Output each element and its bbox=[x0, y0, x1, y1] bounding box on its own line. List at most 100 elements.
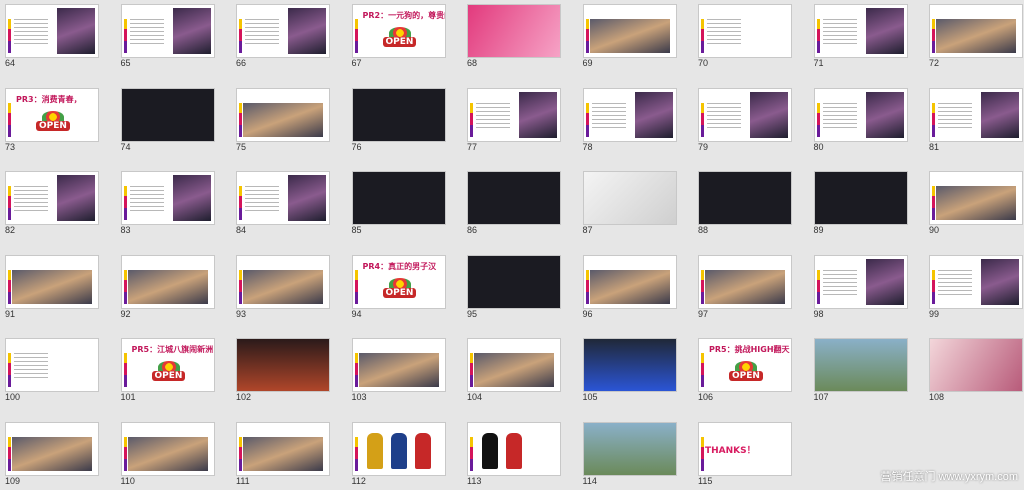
slide-thumbnail[interactable] bbox=[582, 171, 677, 225]
slide-thumbnail[interactable] bbox=[929, 254, 1023, 309]
slide-number: 94 bbox=[351, 308, 362, 319]
slide-thumbnail-cell: 69 bbox=[582, 4, 677, 69]
slide-thumbnail[interactable]: PR5：挑战HIGH翻天 OPEN bbox=[698, 338, 792, 392]
slide-number: 66 bbox=[236, 58, 247, 68]
slide-thumbnail-cell: 78 bbox=[582, 87, 677, 153]
slide-thumbnail-cell: PR5：挑战HIGH翻天 OPEN 106 bbox=[698, 338, 792, 403]
slide-thumbnail[interactable] bbox=[582, 254, 677, 309]
slide-number: 86 bbox=[467, 225, 478, 235]
slide-thumbnail-cell: 109 bbox=[5, 421, 99, 487]
slide-thumbnail[interactable] bbox=[813, 87, 908, 142]
slide-thumbnail[interactable] bbox=[929, 338, 1023, 392]
slide-thumbnail[interactable]: PR2：一元狗的，尊贵的卖 OPEN bbox=[351, 4, 446, 58]
slide-thumbnail[interactable] bbox=[236, 421, 330, 476]
slide-thumbnail[interactable] bbox=[582, 4, 677, 58]
slide-thumbnail[interactable] bbox=[351, 338, 446, 392]
slide-photo bbox=[705, 269, 785, 304]
slide-thumbnail-cell: 96 bbox=[582, 254, 677, 320]
slide-thumbnail[interactable] bbox=[236, 171, 330, 225]
slide-heading: PR2：一元狗的，尊贵的卖 bbox=[362, 11, 445, 20]
slide-thumbnail-cell: 111 bbox=[236, 421, 330, 487]
slide-color-stripe bbox=[8, 102, 11, 137]
slide-number: 72 bbox=[929, 58, 940, 68]
slide-thumbnail[interactable] bbox=[929, 171, 1023, 225]
slide-thumbnail[interactable]: PR3：消费青春， OPEN bbox=[5, 87, 99, 142]
superhero-figure bbox=[366, 432, 383, 469]
slide-thumbnail[interactable] bbox=[813, 254, 908, 309]
slide-thumbnail[interactable]: THANKS！ bbox=[698, 421, 792, 476]
slide-thumbnail[interactable] bbox=[929, 87, 1023, 142]
slide-thumbnail[interactable] bbox=[698, 254, 792, 309]
slide-photo bbox=[172, 175, 211, 221]
slide-color-stripe bbox=[701, 102, 704, 137]
slide-thumbnail[interactable] bbox=[351, 421, 446, 476]
slide-thumbnail[interactable] bbox=[351, 171, 446, 225]
slide-thumbnail[interactable] bbox=[467, 4, 561, 58]
slide-thumbnail-cell: PR5：江城八旗闹新洲 OPEN 101 bbox=[120, 338, 215, 403]
slide-thumbnail[interactable] bbox=[5, 171, 99, 225]
slide-thumbnail[interactable]: PR4：真正的男子汉 OPEN bbox=[351, 254, 446, 309]
slide-thumbnail[interactable] bbox=[698, 87, 792, 142]
slide-thumbnail-cell: 64 bbox=[5, 4, 99, 69]
slide-thumbnail[interactable] bbox=[813, 4, 908, 58]
slide-number: 89 bbox=[813, 225, 824, 235]
slide-thumbnail[interactable] bbox=[582, 421, 677, 476]
slide-number: 64 bbox=[5, 58, 16, 68]
slide-thumbnail-cell: 75 bbox=[236, 87, 330, 153]
slide-thumbnail-cell: 72 bbox=[929, 4, 1023, 69]
slide-thumbnail[interactable] bbox=[698, 4, 792, 58]
slide-thumbnail-cell: 99 bbox=[929, 254, 1023, 320]
slide-photo bbox=[243, 269, 323, 304]
slide-thumbnail[interactable] bbox=[236, 87, 330, 142]
slide-thumbnail[interactable] bbox=[813, 171, 908, 225]
slide-thumbnail[interactable] bbox=[5, 4, 99, 58]
slide-thumbnail[interactable] bbox=[120, 4, 215, 58]
slide-thumbnail-cell: 90 bbox=[929, 171, 1023, 236]
slide-thumbnail-cell: 107 bbox=[813, 338, 908, 403]
slide-color-stripe bbox=[239, 102, 242, 137]
slide-heading: PR3：消费青春， bbox=[16, 94, 82, 104]
slide-thumbnail[interactable] bbox=[5, 421, 99, 476]
slide-thumbnail[interactable] bbox=[698, 171, 792, 225]
open-logo-icon: OPEN bbox=[382, 27, 417, 49]
slide-thumbnail[interactable] bbox=[351, 87, 446, 142]
slide-thumbnail[interactable] bbox=[236, 254, 330, 309]
slide-photo bbox=[358, 353, 439, 387]
slide-thumbnail[interactable] bbox=[467, 338, 561, 392]
text-lines bbox=[245, 19, 279, 45]
slide-thumbnail[interactable] bbox=[236, 338, 330, 392]
slide-thumbnail-cell: THANKS！ 115 bbox=[698, 421, 792, 487]
site-watermark: 营销任意门 www.yxrym.com bbox=[880, 471, 1019, 483]
superhero-figure bbox=[482, 432, 498, 469]
slide-thumbnail[interactable] bbox=[467, 421, 561, 476]
slide-thumbnail[interactable]: PR5：江城八旗闹新洲 OPEN bbox=[120, 338, 215, 392]
slide-thumbnail[interactable] bbox=[120, 254, 215, 309]
slide-number: 113 bbox=[467, 475, 482, 486]
slide-photo bbox=[243, 436, 323, 471]
slide-number: 98 bbox=[813, 308, 824, 319]
slide-thumbnail[interactable] bbox=[582, 87, 677, 142]
slide-thumbnail[interactable] bbox=[120, 87, 215, 142]
slide-thumbnail[interactable] bbox=[120, 171, 215, 225]
slide-thumbnail[interactable] bbox=[5, 254, 99, 309]
slide-thumbnail[interactable] bbox=[582, 338, 677, 392]
slide-thumbnail[interactable] bbox=[120, 421, 215, 476]
text-lines bbox=[14, 186, 48, 212]
slide-thumbnail[interactable] bbox=[5, 338, 99, 392]
slide-thumbnail-cell: 87 bbox=[582, 171, 677, 236]
slide-thumbnail[interactable] bbox=[467, 87, 561, 142]
slide-color-stripe bbox=[239, 269, 242, 304]
slide-color-stripe bbox=[8, 269, 11, 304]
slide-number: 67 bbox=[351, 58, 362, 68]
slide-thumbnail[interactable] bbox=[467, 171, 561, 225]
slide-photo bbox=[57, 175, 95, 221]
slide-thumbnail[interactable] bbox=[236, 4, 330, 58]
slide-sorter-grid: 64 65 66 PR2：一元狗的，尊贵的卖 OPEN 67 68 69 70 71 72 PR3：消… bbox=[0, 0, 1024, 490]
slide-thumbnail[interactable] bbox=[467, 254, 561, 309]
slide-thumbnail-cell: 95 bbox=[467, 254, 561, 320]
slide-number: 103 bbox=[351, 392, 367, 402]
slide-thumbnail[interactable] bbox=[929, 4, 1023, 58]
slide-color-stripe bbox=[701, 353, 704, 387]
slide-number: 92 bbox=[120, 308, 131, 319]
slide-thumbnail[interactable] bbox=[813, 338, 908, 392]
